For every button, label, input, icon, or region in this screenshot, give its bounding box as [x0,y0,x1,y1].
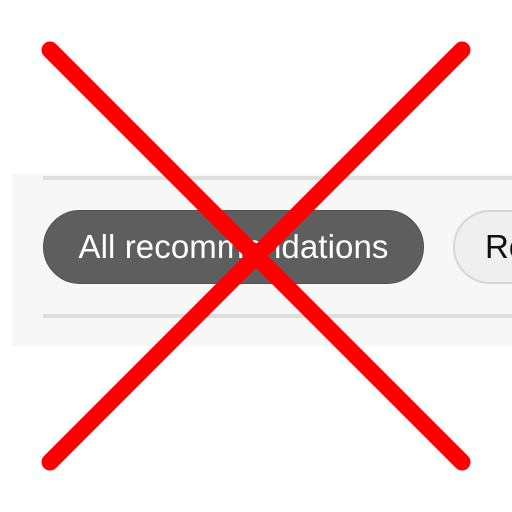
screenshot-canvas: All recommendations Ro [0,0,512,512]
chip-next-category[interactable]: Ro [453,210,512,284]
filter-chip-bar: All recommendations Ro [12,174,512,346]
chip-next-category-label: Ro [485,228,512,265]
chip-bar-top-divider [43,176,512,180]
chip-all-recommendations[interactable]: All recommendations [43,210,424,284]
chip-all-recommendations-label: All recommendations [78,228,389,265]
chip-bar-bottom-divider [43,314,512,318]
